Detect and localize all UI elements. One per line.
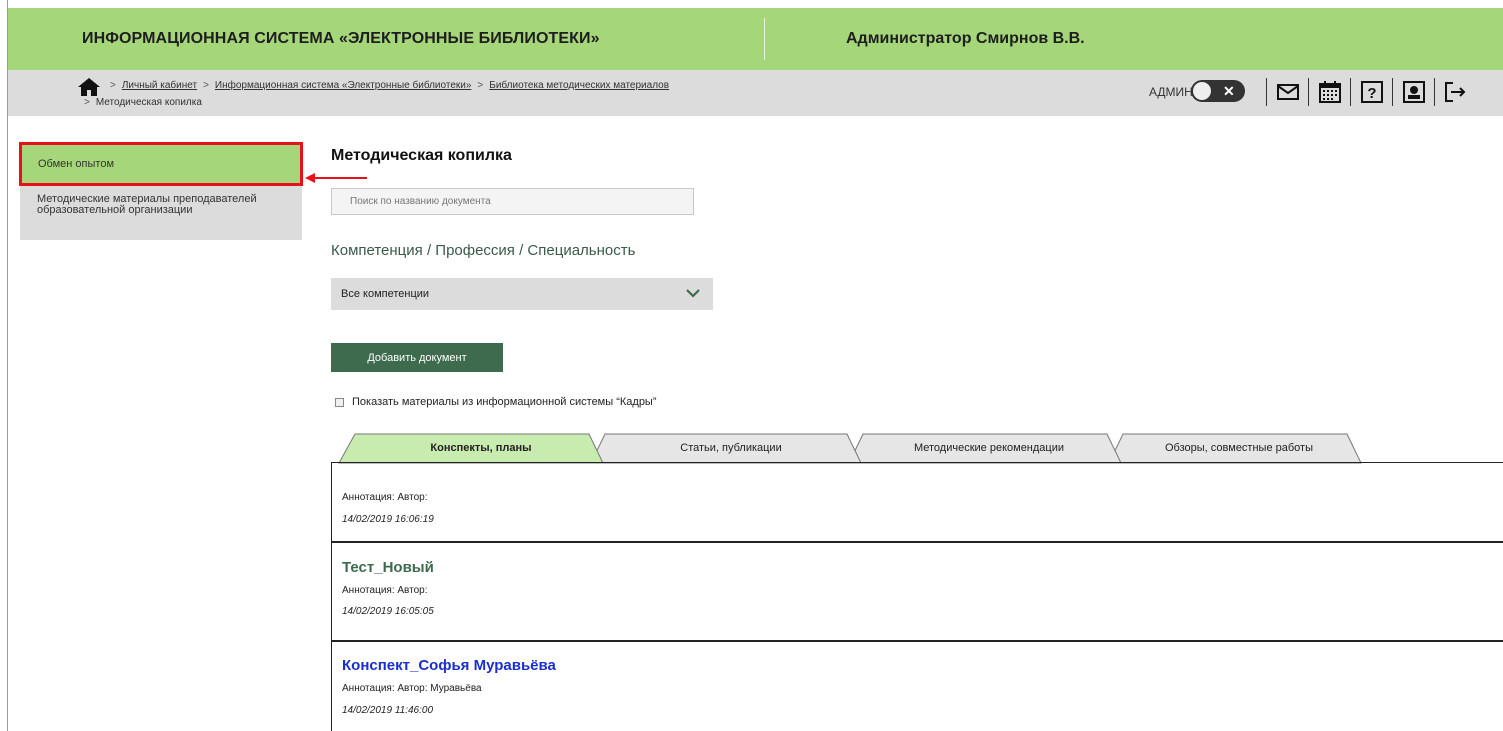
mail-icon[interactable]	[1276, 80, 1300, 104]
toolbar-divider	[1434, 78, 1435, 106]
checkbox-label: Показать материалы из информационной сис…	[352, 396, 657, 408]
entry-date: 14/02/2019 16:06:19	[342, 514, 434, 525]
row-divider	[332, 541, 1503, 543]
page-title: Методическая копилка	[331, 147, 512, 164]
filter-label: Компетенция / Профессия / Специальность	[331, 242, 636, 259]
chevron-right-icon: >	[110, 80, 116, 91]
documents-list: Аннотация: Автор: 14/02/2019 16:06:19 Те…	[331, 462, 1503, 731]
sidebar-item-exchange[interactable]: Обмен опытом	[20, 143, 302, 185]
breadcrumb-link-system[interactable]: Информационная система «Электронные библ…	[215, 80, 471, 91]
entry-meta: Аннотация: Автор:	[342, 585, 428, 596]
entry-meta: Аннотация: Автор: Муравьёва	[342, 683, 482, 694]
arrow-left-icon	[305, 173, 367, 183]
show-kadry-checkbox[interactable]	[335, 397, 344, 407]
entry-meta: Аннотация: Автор:	[342, 492, 428, 503]
chevron-right-icon: >	[84, 97, 90, 108]
entry-title[interactable]: Конспект_Софья Муравьёва	[342, 657, 556, 674]
row-divider	[332, 640, 1503, 642]
help-icon[interactable]: ?	[1360, 80, 1384, 104]
admin-toggle[interactable]: ✕	[1191, 80, 1245, 102]
header-divider	[764, 18, 765, 60]
user-name: Администратор Смирнов В.В.	[846, 30, 1085, 47]
calendar-icon[interactable]	[1318, 80, 1342, 104]
search-input[interactable]	[331, 188, 694, 215]
admin-label: АДМИН	[1149, 85, 1193, 99]
breadcrumb-current-row: > Методическая копилка	[84, 97, 202, 108]
sidebar-item-label: Методические материалы преподавателей об…	[37, 193, 257, 216]
profile-icon[interactable]	[1402, 80, 1426, 104]
add-document-button[interactable]: Добавить документ	[331, 343, 503, 372]
breadcrumb-current: Методическая копилка	[95, 97, 202, 108]
competence-select[interactable]: Все компетенции	[331, 278, 713, 310]
toggle-knob	[1193, 82, 1211, 100]
toolbar-divider	[1308, 78, 1309, 106]
sidebar-item-teacher-materials[interactable]: Методические материалы преподавателей об…	[20, 186, 302, 240]
tab-articles[interactable]: Статьи, публикации	[621, 442, 841, 454]
breadcrumb-bar: > Личный кабинет > Информационная система «…	[8, 70, 1503, 116]
chevron-right-icon: >	[477, 80, 484, 91]
top-header: ИНФОРМАЦИОННАЯ СИСТЕМА «ЭЛЕКТРОННЫЕ БИБЛ…	[8, 8, 1503, 70]
system-title: ИНФОРМАЦИОННАЯ СИСТЕМА «ЭЛЕКТРОННЫЕ БИБЛ…	[82, 30, 600, 47]
breadcrumb-link-library[interactable]: Библиотека методических материалов	[489, 80, 669, 91]
show-kadry-row: Показать материалы из информационной сис…	[335, 396, 657, 408]
toolbar-divider	[1392, 78, 1393, 106]
toolbar-divider	[1350, 78, 1351, 106]
svg-text:?: ?	[1367, 85, 1376, 102]
sidebar-item-label: Обмен опытом	[38, 158, 115, 170]
breadcrumb: > Личный кабинет > Информационная система «…	[104, 80, 669, 91]
app-frame: ИНФОРМАЦИОННАЯ СИСТЕМА «ЭЛЕКТРОННЫЕ БИБЛ…	[7, 0, 1503, 731]
chevron-right-icon: >	[203, 80, 209, 91]
toolbar-divider	[1266, 78, 1267, 106]
select-value: Все компетенции	[341, 288, 430, 300]
chevron-down-icon	[686, 289, 700, 298]
entry-date: 14/02/2019 16:05:05	[342, 606, 434, 617]
tab-reviews[interactable]: Обзоры, совместные работы	[1129, 442, 1349, 454]
close-icon: ✕	[1223, 83, 1235, 99]
tab-bar: Конспекты, планы Статьи, публикации Мето…	[331, 432, 1391, 464]
logout-icon[interactable]	[1444, 80, 1466, 104]
tab-notes-plans[interactable]: Конспекты, планы	[371, 442, 591, 454]
entry-date: 14/02/2019 11:46:00	[342, 705, 434, 716]
breadcrumb-link-cabinet[interactable]: Личный кабинет	[122, 80, 197, 91]
entry-title[interactable]: Тест_Новый	[342, 559, 434, 576]
home-icon[interactable]	[78, 78, 100, 96]
tab-guidelines[interactable]: Методические рекомендации	[869, 442, 1109, 454]
